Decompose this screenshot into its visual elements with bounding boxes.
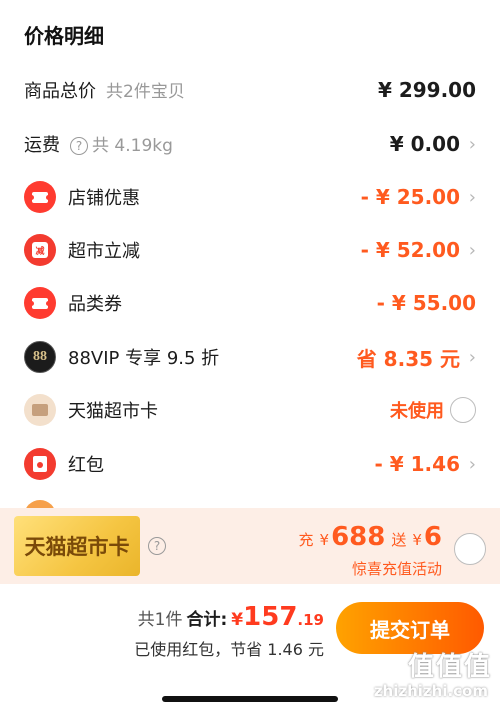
recharge-amount: 688 <box>331 522 386 552</box>
row-supermarket-discount[interactable]: 减 超市立减 - ¥ 52.00 › <box>0 230 500 270</box>
ticket-icon <box>24 181 56 213</box>
shop-discount-value: - ¥ 25.00 <box>360 185 460 209</box>
shipping-value: ¥ 0.00 <box>389 132 460 156</box>
row-goods-total: 商品总价 共2件宝贝 ¥ 299.00 <box>0 70 500 110</box>
row-tmall-card[interactable]: 天猫超市卡 未使用 <box>0 390 500 430</box>
help-icon[interactable]: ? <box>148 537 166 555</box>
row-category-coupon: 品类券 - ¥ 55.00 <box>0 283 500 323</box>
vip-label: 88VIP 专享 9.5 折 <box>68 348 220 369</box>
shipping-label: 运费 <box>24 135 60 156</box>
savings-note: 已使用红包，节省 1.46 元 <box>134 640 324 659</box>
total-label: 合计: <box>186 610 228 630</box>
supermarket-discount-label: 超市立减 <box>68 241 140 262</box>
chevron-right-icon: › <box>468 133 476 155</box>
item-count: 共1件 <box>137 610 183 630</box>
promo-description: 惊喜充值活动 <box>351 560 442 578</box>
help-icon[interactable]: ? <box>70 137 88 155</box>
chevron-right-icon: › <box>468 239 476 261</box>
card-icon <box>24 394 56 426</box>
row-red-envelope[interactable]: 红包 - ¥ 1.46 › <box>0 444 500 484</box>
chevron-right-icon: › <box>468 453 476 475</box>
home-indicator <box>162 696 338 702</box>
total-line: 共1件 合计: ¥ 157 .19 <box>137 602 324 632</box>
chevron-right-icon: › <box>468 186 476 208</box>
shipping-weight: 共 4.19kg <box>92 136 173 156</box>
bonus-amount: 6 <box>423 522 442 552</box>
recharge-offer: 充 ¥ 688 送 ¥ 6 <box>298 522 443 552</box>
red-envelope-label: 红包 <box>68 455 104 476</box>
category-coupon-label: 品类券 <box>68 294 122 315</box>
vip-savings: 省 8.35 元 <box>356 346 460 371</box>
watermark-logo: 值值值 <box>407 652 492 682</box>
goods-total-label: 商品总价 <box>24 81 96 102</box>
recharge-radio[interactable] <box>454 533 486 565</box>
row-shipping[interactable]: 运费? 共 4.19kg ¥ 0.00 › <box>0 124 500 164</box>
red-envelope-icon <box>24 448 56 480</box>
row-88vip[interactable]: 88 88VIP 专享 9.5 折 省 8.35 元 › <box>0 337 500 377</box>
vip88-icon: 88 <box>24 341 56 373</box>
supermarket-discount-value: - ¥ 52.00 <box>360 238 460 262</box>
red-envelope-value: - ¥ 1.46 <box>374 452 461 476</box>
row-shop-discount[interactable]: 店铺优惠 - ¥ 25.00 › <box>0 177 500 217</box>
goods-total-value: ¥ 299.00 <box>377 78 476 102</box>
recharge-promo-banner[interactable]: 天猫超市卡 ? 充 ¥ 688 送 ¥ 6 惊喜充值活动 <box>0 508 500 584</box>
tmall-card-label: 天猫超市卡 <box>68 401 158 422</box>
tmall-card-badge: 天猫超市卡 <box>14 516 140 576</box>
supermarket-discount-icon: 减 <box>24 234 56 266</box>
watermark-url: zhizhizhi.com <box>373 682 488 700</box>
ticket-icon <box>24 287 56 319</box>
total-amount: 157 <box>243 602 298 632</box>
goods-count: 共2件宝贝 <box>106 82 185 102</box>
shop-discount-label: 店铺优惠 <box>68 188 140 209</box>
price-detail-card: 价格明细 商品总价 共2件宝贝 ¥ 299.00 运费? 共 4.19kg ¥ 0.… <box>0 0 500 520</box>
section-title: 价格明细 <box>24 24 104 48</box>
tmall-card-status: 未使用 <box>390 401 444 422</box>
tmall-card-radio[interactable] <box>450 397 476 423</box>
chevron-right-icon: › <box>468 346 476 368</box>
category-coupon-value: - ¥ 55.00 <box>376 291 476 315</box>
